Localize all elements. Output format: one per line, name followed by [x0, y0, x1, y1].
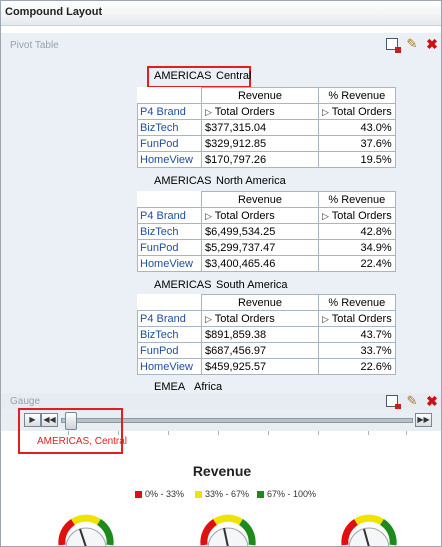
highlight-box: [18, 408, 123, 454]
close-icon[interactable]: ✖: [424, 393, 440, 409]
measure-header[interactable]: ▷ Total Orders: [318, 207, 396, 224]
measure-header[interactable]: ▷ Total Orders: [201, 310, 319, 327]
pct-cell: 42.8%: [318, 223, 396, 240]
page-title: Compound Layout: [5, 6, 103, 18]
revenue-cell: $3,400,465.46: [201, 255, 319, 272]
pct-cell: 37.6%: [318, 135, 396, 152]
measure-header[interactable]: ▷ Total Orders: [318, 103, 396, 120]
column-header-pct-revenue: % Revenue: [318, 87, 396, 104]
expand-triangle-icon: ▷: [205, 106, 212, 117]
revenue-cell: $329,912.85: [201, 135, 319, 152]
legend-item: 0% - 33%: [135, 489, 184, 499]
legend-item: 67% - 100%: [257, 489, 316, 499]
pct-cell: 19.5%: [318, 151, 396, 168]
pivot-table: Revenue % Revenue P4 Brand ▷ Total Order…: [137, 87, 396, 168]
revenue-cell: $459,925.57: [201, 358, 319, 375]
table-row: HomeView $170,797.26 19.5%: [137, 151, 396, 168]
region-label: AMERICAS: [154, 175, 212, 187]
expand-triangle-icon: ▷: [322, 313, 329, 324]
measure-header[interactable]: ▷ Total Orders: [318, 310, 396, 327]
column-header-pct-revenue: % Revenue: [318, 294, 396, 311]
pct-cell: 33.7%: [318, 342, 396, 359]
row-label[interactable]: BizTech: [137, 119, 202, 136]
gauge-dial: [200, 514, 256, 546]
row-label[interactable]: FunPod: [137, 135, 202, 152]
row-label[interactable]: HomeView: [137, 255, 202, 272]
subregion-label: Central: [216, 70, 252, 82]
dimension-header[interactable]: P4 Brand: [137, 310, 202, 327]
dimension-header[interactable]: P4 Brand: [137, 207, 202, 224]
pivot-table-section: Pivot Table ✎ ✖ AMERICAS Central Revenue…: [1, 33, 441, 393]
gauge-chart-title: Revenue: [192, 463, 252, 479]
expand-triangle-icon: ▷: [322, 210, 329, 221]
row-label[interactable]: FunPod: [137, 239, 202, 256]
table-row: BizTech $891,859.38 43.7%: [137, 326, 396, 343]
legend-swatch-red: [135, 491, 142, 499]
subregion-label: North America: [216, 175, 286, 187]
export-icon[interactable]: [384, 36, 401, 53]
table-row: BizTech $6,499,534.25 42.8%: [137, 223, 396, 240]
subregion-label: Africa: [194, 381, 223, 393]
subregion-label: South America: [216, 279, 288, 291]
slider-value-label: AMERICAS, Central: [37, 436, 128, 447]
revenue-cell: $5,299,737.47: [201, 239, 319, 256]
column-header-revenue: Revenue: [201, 294, 319, 311]
gauge-header: Gauge ✎ ✖: [1, 393, 441, 410]
step-forward-icon[interactable]: ▶▶: [415, 413, 432, 427]
gauge-dial: [341, 514, 397, 546]
pivot-table-title: Pivot Table: [10, 40, 59, 51]
gauge-dial: [58, 514, 114, 546]
revenue-cell: $687,456.97: [201, 342, 319, 359]
column-header-revenue: Revenue: [201, 191, 319, 208]
expand-triangle-icon: ▷: [205, 313, 212, 324]
pivot-table: Revenue % Revenue P4 Brand ▷ Total Order…: [137, 294, 396, 375]
pivot-table: Revenue % Revenue P4 Brand ▷ Total Order…: [137, 191, 396, 272]
row-label[interactable]: HomeView: [137, 358, 202, 375]
measure-header[interactable]: ▷ Total Orders: [201, 103, 319, 120]
table-row: FunPod $687,456.97 33.7%: [137, 342, 396, 359]
revenue-cell: $377,315.04: [201, 119, 319, 136]
row-label[interactable]: BizTech: [137, 223, 202, 240]
expand-triangle-icon: ▷: [205, 210, 212, 221]
pencil-icon[interactable]: ✎: [404, 36, 420, 52]
row-label[interactable]: HomeView: [137, 151, 202, 168]
region-label: EMEA: [154, 381, 186, 393]
region-label: AMERICAS: [154, 70, 212, 82]
row-label[interactable]: FunPod: [137, 342, 202, 359]
legend-swatch-yellow: [195, 491, 202, 499]
pencil-icon[interactable]: ✎: [404, 393, 420, 409]
revenue-cell: $170,797.26: [201, 151, 319, 168]
region-label: AMERICAS: [154, 279, 212, 291]
table-row: FunPod $5,299,737.47 34.9%: [137, 239, 396, 256]
column-header-pct-revenue: % Revenue: [318, 191, 396, 208]
pivot-table-header: Pivot Table ✎ ✖: [1, 33, 441, 55]
pct-cell: 22.6%: [318, 358, 396, 375]
row-label[interactable]: BizTech: [137, 326, 202, 343]
table-row: HomeView $3,400,465.46 22.4%: [137, 255, 396, 272]
close-icon[interactable]: ✖: [424, 36, 440, 52]
pct-cell: 43.7%: [318, 326, 396, 343]
gauge-title: Gauge: [10, 396, 41, 407]
export-icon[interactable]: [384, 393, 401, 410]
column-header-revenue: Revenue: [201, 87, 319, 104]
title-bar: Compound Layout: [1, 1, 441, 26]
table-row: HomeView $459,925.57 22.6%: [137, 358, 396, 375]
legend-swatch-green: [257, 491, 264, 499]
compound-layout-window: Compound Layout Pivot Table ✎ ✖ AMERICAS…: [0, 0, 442, 547]
dimension-header[interactable]: P4 Brand: [137, 103, 202, 120]
table-row: BizTech $377,315.04 43.0%: [137, 119, 396, 136]
expand-triangle-icon: ▷: [322, 106, 329, 117]
legend-item: 33% - 67%: [195, 489, 249, 499]
revenue-cell: $6,499,534.25: [201, 223, 319, 240]
pct-cell: 34.9%: [318, 239, 396, 256]
pct-cell: 22.4%: [318, 255, 396, 272]
measure-header[interactable]: ▷ Total Orders: [201, 207, 319, 224]
pct-cell: 43.0%: [318, 119, 396, 136]
revenue-cell: $891,859.38: [201, 326, 319, 343]
table-row: FunPod $329,912.85 37.6%: [137, 135, 396, 152]
